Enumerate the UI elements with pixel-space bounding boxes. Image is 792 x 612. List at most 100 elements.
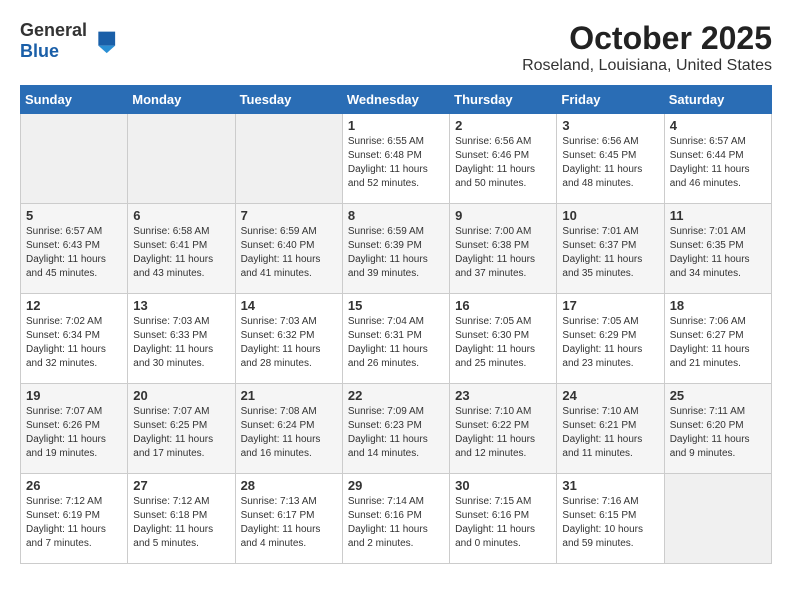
day-info: Sunrise: 7:05 AM Sunset: 6:29 PM Dayligh… (562, 315, 658, 371)
calendar-cell (128, 114, 235, 204)
page-header: General Blue October 2025 Roseland, Loui… (20, 20, 772, 75)
day-info: Sunrise: 6:56 AM Sunset: 6:45 PM Dayligh… (562, 135, 658, 191)
day-number: 2 (455, 118, 551, 133)
calendar-cell: 11Sunrise: 7:01 AM Sunset: 6:35 PM Dayli… (664, 204, 771, 294)
weekday-header-sunday: Sunday (21, 86, 128, 114)
calendar-week-row: 26 Sunrise: 7:12 AM Sunset: 6:19 PM Dayli… (21, 474, 772, 564)
day-number: 9 (455, 208, 551, 223)
day-info: Sunrise: 7:03 AM Sunset: 6:32 PM Dayligh… (241, 315, 337, 371)
calendar-cell (664, 474, 771, 564)
day-number: 14 (241, 298, 337, 313)
calendar-cell: 26 Sunrise: 7:12 AM Sunset: 6:19 PM Dayli… (21, 474, 128, 564)
calendar-cell: 20 Sunrise: 7:07 AM Sunset: 6:25 PM Dayli… (128, 384, 235, 474)
calendar-cell: 27Sunrise: 7:12 AM Sunset: 6:18 PM Dayli… (128, 474, 235, 564)
calendar-cell: 18 Sunrise: 7:06 AM Sunset: 6:27 PM Dayli… (664, 294, 771, 384)
day-info: Sunrise: 7:15 AM Sunset: 6:16 PM Dayligh… (455, 495, 551, 551)
day-info: Sunrise: 7:01 AM Sunset: 6:37 PM Dayligh… (562, 225, 658, 281)
calendar-cell: 25 Sunrise: 7:11 AM Sunset: 6:20 PM Dayli… (664, 384, 771, 474)
calendar-cell: 29Sunrise: 7:14 AM Sunset: 6:16 PM Dayli… (342, 474, 449, 564)
calendar-cell: 28Sunrise: 7:13 AM Sunset: 6:17 PM Dayli… (235, 474, 342, 564)
weekday-header-wednesday: Wednesday (342, 86, 449, 114)
day-number: 17 (562, 298, 658, 313)
day-info: Sunrise: 6:55 AM Sunset: 6:48 PM Dayligh… (348, 135, 444, 191)
day-number: 26 (26, 478, 122, 493)
day-info: Sunrise: 7:00 AM Sunset: 6:38 PM Dayligh… (455, 225, 551, 281)
logo-text: General Blue (20, 20, 87, 62)
day-info: Sunrise: 7:12 AM Sunset: 6:19 PM Dayligh… (26, 495, 122, 551)
calendar-table: SundayMondayTuesdayWednesdayThursdayFrid… (20, 85, 772, 564)
day-number: 27 (133, 478, 229, 493)
day-info: Sunrise: 7:14 AM Sunset: 6:16 PM Dayligh… (348, 495, 444, 551)
calendar-cell: 19 Sunrise: 7:07 AM Sunset: 6:26 PM Dayli… (21, 384, 128, 474)
day-number: 18 (670, 298, 766, 313)
calendar-cell: 8 Sunrise: 6:59 AM Sunset: 6:39 PM Daylig… (342, 204, 449, 294)
calendar-cell: 1 Sunrise: 6:55 AM Sunset: 6:48 PM Daylig… (342, 114, 449, 204)
month-title: October 2025 (522, 20, 772, 57)
day-info: Sunrise: 7:07 AM Sunset: 6:26 PM Dayligh… (26, 405, 122, 461)
day-number: 8 (348, 208, 444, 223)
day-info: Sunrise: 6:58 AM Sunset: 6:41 PM Dayligh… (133, 225, 229, 281)
day-number: 16 (455, 298, 551, 313)
day-info: Sunrise: 7:16 AM Sunset: 6:15 PM Dayligh… (562, 495, 658, 551)
day-info: Sunrise: 7:10 AM Sunset: 6:21 PM Dayligh… (562, 405, 658, 461)
day-info: Sunrise: 7:05 AM Sunset: 6:30 PM Dayligh… (455, 315, 551, 371)
day-number: 15 (348, 298, 444, 313)
calendar-week-row: 19 Sunrise: 7:07 AM Sunset: 6:26 PM Dayli… (21, 384, 772, 474)
day-number: 24 (562, 388, 658, 403)
calendar-cell: 7 Sunrise: 6:59 AM Sunset: 6:40 PM Daylig… (235, 204, 342, 294)
calendar-cell (21, 114, 128, 204)
day-info: Sunrise: 7:11 AM Sunset: 6:20 PM Dayligh… (670, 405, 766, 461)
day-info: Sunrise: 6:59 AM Sunset: 6:39 PM Dayligh… (348, 225, 444, 281)
day-number: 5 (26, 208, 122, 223)
calendar-cell: 16 Sunrise: 7:05 AM Sunset: 6:30 PM Dayli… (450, 294, 557, 384)
calendar-week-row: 1 Sunrise: 6:55 AM Sunset: 6:48 PM Daylig… (21, 114, 772, 204)
day-number: 31 (562, 478, 658, 493)
calendar-week-row: 5Sunrise: 6:57 AM Sunset: 6:43 PM Daylig… (21, 204, 772, 294)
day-info: Sunrise: 6:56 AM Sunset: 6:46 PM Dayligh… (455, 135, 551, 191)
day-number: 11 (670, 208, 766, 223)
day-number: 10 (562, 208, 658, 223)
weekday-header-saturday: Saturday (664, 86, 771, 114)
calendar-cell: 9 Sunrise: 7:00 AM Sunset: 6:38 PM Daylig… (450, 204, 557, 294)
day-info: Sunrise: 6:59 AM Sunset: 6:40 PM Dayligh… (241, 225, 337, 281)
day-number: 23 (455, 388, 551, 403)
day-number: 1 (348, 118, 444, 133)
day-info: Sunrise: 7:06 AM Sunset: 6:27 PM Dayligh… (670, 315, 766, 371)
day-number: 13 (133, 298, 229, 313)
calendar-cell: 31 Sunrise: 7:16 AM Sunset: 6:15 PM Dayli… (557, 474, 664, 564)
logo-blue: Blue (20, 41, 59, 61)
calendar-cell: 14 Sunrise: 7:03 AM Sunset: 6:32 PM Dayli… (235, 294, 342, 384)
weekday-header-friday: Friday (557, 86, 664, 114)
title-section: October 2025 Roseland, Louisiana, United… (522, 20, 772, 75)
day-info: Sunrise: 7:07 AM Sunset: 6:25 PM Dayligh… (133, 405, 229, 461)
day-info: Sunrise: 7:02 AM Sunset: 6:34 PM Dayligh… (26, 315, 122, 371)
day-number: 6 (133, 208, 229, 223)
calendar-cell: 3 Sunrise: 6:56 AM Sunset: 6:45 PM Daylig… (557, 114, 664, 204)
weekday-header-tuesday: Tuesday (235, 86, 342, 114)
day-number: 3 (562, 118, 658, 133)
calendar-cell: 2 Sunrise: 6:56 AM Sunset: 6:46 PM Daylig… (450, 114, 557, 204)
day-info: Sunrise: 7:10 AM Sunset: 6:22 PM Dayligh… (455, 405, 551, 461)
day-number: 4 (670, 118, 766, 133)
location-title: Roseland, Louisiana, United States (522, 57, 772, 75)
weekday-header-thursday: Thursday (450, 86, 557, 114)
logo-icon (89, 27, 117, 55)
day-info: Sunrise: 7:04 AM Sunset: 6:31 PM Dayligh… (348, 315, 444, 371)
day-number: 20 (133, 388, 229, 403)
weekday-header-monday: Monday (128, 86, 235, 114)
day-number: 12 (26, 298, 122, 313)
day-info: Sunrise: 6:57 AM Sunset: 6:44 PM Dayligh… (670, 135, 766, 191)
day-number: 25 (670, 388, 766, 403)
day-number: 30 (455, 478, 551, 493)
day-number: 19 (26, 388, 122, 403)
weekday-header-row: SundayMondayTuesdayWednesdayThursdayFrid… (21, 86, 772, 114)
calendar-cell: 21Sunrise: 7:08 AM Sunset: 6:24 PM Dayli… (235, 384, 342, 474)
calendar-cell: 12 Sunrise: 7:02 AM Sunset: 6:34 PM Dayli… (21, 294, 128, 384)
calendar-week-row: 12 Sunrise: 7:02 AM Sunset: 6:34 PM Dayli… (21, 294, 772, 384)
calendar-cell: 4 Sunrise: 6:57 AM Sunset: 6:44 PM Daylig… (664, 114, 771, 204)
logo: General Blue (20, 20, 117, 62)
calendar-cell: 24 Sunrise: 7:10 AM Sunset: 6:21 PM Dayli… (557, 384, 664, 474)
calendar-cell: 15 Sunrise: 7:04 AM Sunset: 6:31 PM Dayli… (342, 294, 449, 384)
day-number: 7 (241, 208, 337, 223)
calendar-cell: 13Sunrise: 7:03 AM Sunset: 6:33 PM Dayli… (128, 294, 235, 384)
